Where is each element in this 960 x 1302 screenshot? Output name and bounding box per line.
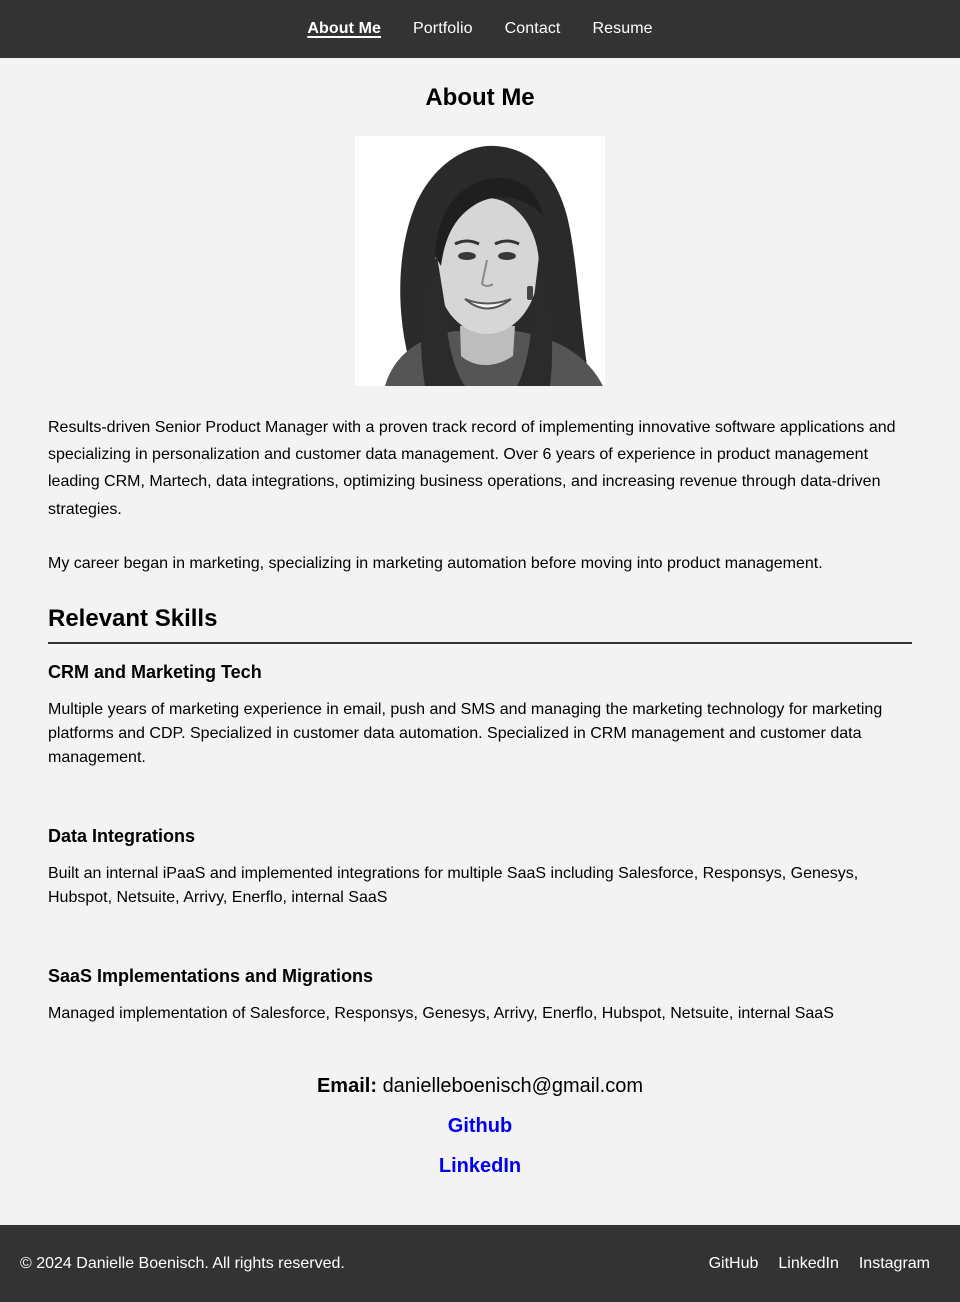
profile-photo [355,136,605,386]
profile-photo-illustration [355,136,605,386]
skill-item: Data Integrations Built an internal iPaa… [48,824,912,910]
contact-section: Email: danielleboenisch@gmail.com Github… [48,1074,912,1178]
linkedin-link[interactable]: LinkedIn [48,1154,912,1178]
nav-resume[interactable]: Resume [592,20,652,38]
footer-github-link[interactable]: GitHub [709,1255,759,1273]
footer-linkedin-link[interactable]: LinkedIn [778,1255,839,1273]
skill-title: SaaS Implementations and Migrations [48,966,374,987]
top-navigation: About Me Portfolio Contact Resume [0,0,960,58]
copyright-text: © 2024 Danielle Boenisch. All rights res… [20,1254,345,1272]
nav-contact[interactable]: Contact [505,20,561,38]
portrait-container [48,136,912,386]
github-link[interactable]: Github [48,1114,912,1138]
email-line: Email: danielleboenisch@gmail.com [48,1074,912,1098]
skill-description: Managed implementation of Salesforce, Re… [48,1005,834,1023]
intro-paragraph: Results-driven Senior Product Manager wi… [48,419,896,518]
skill-description: Multiple years of marketing experience i… [48,701,883,767]
intro-paragraph: My career began in marketing, specializi… [48,554,823,572]
email-label: Email: [316,1075,377,1098]
footer-links: GitHub LinkedIn Instagram [709,1255,930,1273]
skill-item: SaaS Implementations and Migrations Mana… [48,964,912,1026]
skills-list: CRM and Marketing Tech Multiple years of… [48,660,912,1026]
email-address: danielleboenisch@gmail.com [382,1075,644,1098]
skill-title: Data Integrations [48,826,196,847]
nav-portfolio[interactable]: Portfolio [413,20,473,38]
page-title: About Me [425,84,535,111]
intro-section: Results-driven Senior Product Manager wi… [48,414,912,577]
nav-about-me[interactable]: About Me [307,20,381,38]
site-footer: © 2024 Danielle Boenisch. All rights res… [0,1225,960,1302]
skill-item: CRM and Marketing Tech Multiple years of… [48,660,912,770]
main-content: About Me Results-driven Senior Product M… [0,83,960,1178]
skills-heading: Relevant Skills [48,604,912,645]
skill-description: Built an internal iPaaS and implemented … [48,865,859,907]
footer-instagram-link[interactable]: Instagram [859,1255,930,1273]
skill-title: CRM and Marketing Tech [48,662,262,683]
